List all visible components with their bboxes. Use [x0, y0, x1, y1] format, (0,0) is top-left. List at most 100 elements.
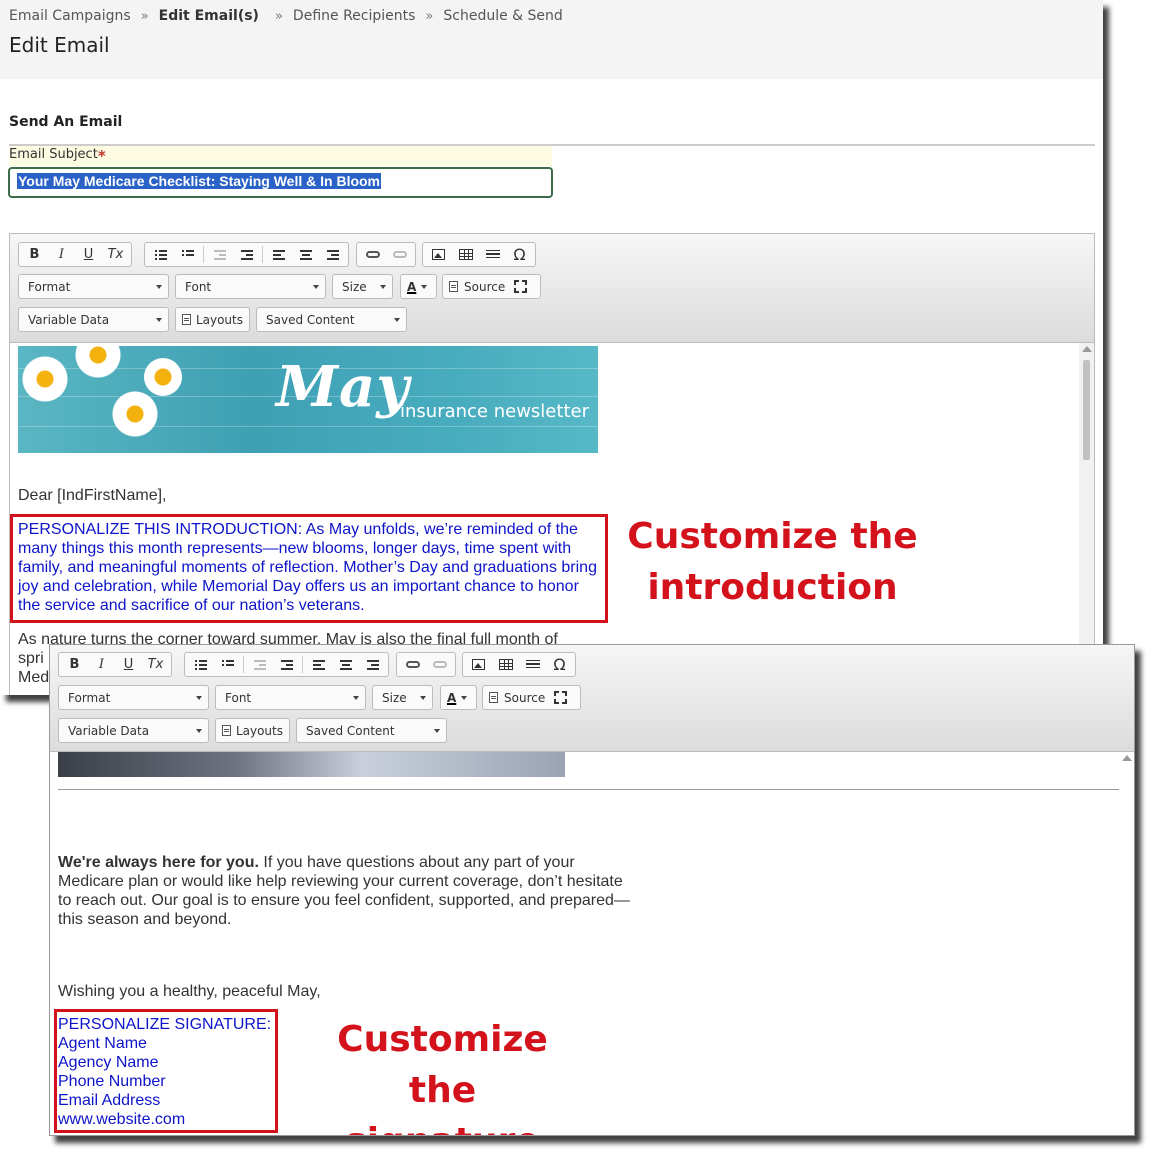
- scroll-up-icon[interactable]: [1122, 755, 1132, 761]
- source-button[interactable]: Source: [504, 691, 545, 705]
- outdent-icon: [253, 659, 266, 670]
- font-dropdown[interactable]: Font: [175, 274, 326, 299]
- unlink-button[interactable]: [386, 244, 413, 265]
- editor-toolbar: B I U Tx Ω Format Font Size A Source Var…: [50, 645, 1134, 752]
- unlink-button[interactable]: [426, 654, 453, 675]
- breadcrumb-separator: »: [274, 9, 283, 24]
- link-button[interactable]: [359, 244, 386, 265]
- bold-button[interactable]: B: [61, 654, 88, 675]
- list-indent-group: [184, 652, 389, 677]
- align-left-button[interactable]: [305, 654, 332, 675]
- email-body-editor: B I U Tx Ω Format Font Size A Source Var…: [9, 233, 1095, 695]
- italic-button[interactable]: I: [88, 654, 115, 675]
- size-dropdown[interactable]: Size: [332, 274, 393, 299]
- horizontal-line-button[interactable]: [479, 244, 506, 265]
- email-subject-value[interactable]: Your May Medicare Checklist: Staying Wel…: [17, 173, 382, 189]
- callout-line: Customize the: [627, 516, 918, 557]
- maximize-icon[interactable]: [554, 691, 568, 704]
- callout-line: introduction: [647, 567, 898, 608]
- outdent-button[interactable]: [206, 244, 233, 265]
- horizontal-line-icon: [485, 249, 500, 260]
- chevron-down-icon: [156, 318, 162, 322]
- chevron-down-icon: [380, 285, 386, 289]
- layouts-icon: [222, 725, 231, 736]
- breadcrumb-email-campaigns[interactable]: Email Campaigns: [9, 8, 131, 24]
- callout-line: Customize the: [337, 1019, 548, 1111]
- outdent-button[interactable]: [246, 654, 273, 675]
- align-center-button[interactable]: [332, 654, 359, 675]
- numbered-list-button[interactable]: [187, 654, 214, 675]
- text-color-button[interactable]: A: [440, 685, 477, 710]
- size-dropdown[interactable]: Size: [372, 685, 433, 710]
- special-character-button[interactable]: Ω: [506, 244, 533, 265]
- underline-button[interactable]: U: [75, 244, 102, 265]
- bold-button[interactable]: B: [21, 244, 48, 265]
- chevron-down-icon: [156, 285, 162, 289]
- numbered-list-icon: [154, 249, 167, 260]
- daisy-flower-image: [144, 358, 182, 396]
- editor-scrollbar[interactable]: [1079, 343, 1094, 695]
- maximize-icon[interactable]: [514, 280, 528, 293]
- indent-button[interactable]: [233, 244, 260, 265]
- remove-format-button[interactable]: Tx: [142, 654, 169, 675]
- daisy-flower-image: [112, 391, 158, 437]
- link-button[interactable]: [399, 654, 426, 675]
- toolbar-separator: [243, 656, 244, 673]
- newsletter-banner: May insurance newsletter: [18, 346, 598, 453]
- signature-highlight-box: [54, 1009, 278, 1133]
- editor-scrollbar[interactable]: [1119, 752, 1134, 1135]
- scroll-thumb[interactable]: [1083, 360, 1090, 460]
- table-button[interactable]: [452, 244, 479, 265]
- format-dropdown[interactable]: Format: [58, 685, 209, 710]
- image-button[interactable]: [425, 244, 452, 265]
- numbered-list-button[interactable]: [147, 244, 174, 265]
- source-button[interactable]: Source: [464, 280, 505, 294]
- align-left-icon: [312, 659, 325, 670]
- text-color-button[interactable]: A: [400, 274, 437, 299]
- breadcrumb-edit-emails[interactable]: Edit Email(s): [159, 8, 259, 24]
- align-right-button[interactable]: [319, 244, 346, 265]
- underline-button[interactable]: U: [115, 654, 142, 675]
- breadcrumb-define-recipients[interactable]: Define Recipients: [293, 8, 416, 24]
- layouts-button[interactable]: Layouts: [175, 307, 250, 332]
- variable-data-dropdown[interactable]: Variable Data: [18, 307, 169, 332]
- scroll-up-icon[interactable]: [1082, 346, 1092, 352]
- layouts-button[interactable]: Layouts: [215, 718, 290, 743]
- layouts-icon: [182, 314, 191, 325]
- horizontal-line-icon: [525, 659, 540, 670]
- italic-button[interactable]: I: [48, 244, 75, 265]
- image-icon: [472, 659, 485, 670]
- horizontal-line-button[interactable]: [519, 654, 546, 675]
- format-dropdown[interactable]: Format: [18, 274, 169, 299]
- breadcrumb-schedule-send[interactable]: Schedule & Send: [443, 8, 562, 24]
- chevron-down-icon: [313, 285, 319, 289]
- page-title: Edit Email: [9, 33, 110, 57]
- chevron-down-icon: [421, 284, 428, 289]
- email-subject-label: Email Subject*: [9, 147, 106, 165]
- breadcrumb-separator: »: [140, 9, 149, 24]
- email-subject-input[interactable]: Your May Medicare Checklist: Staying Wel…: [8, 167, 553, 198]
- align-left-button[interactable]: [265, 244, 292, 265]
- daisy-flower-image: [22, 356, 68, 402]
- bulleted-list-button[interactable]: [214, 654, 241, 675]
- indent-button[interactable]: [273, 654, 300, 675]
- image-icon: [432, 249, 445, 260]
- variable-data-dropdown[interactable]: Variable Data: [58, 718, 209, 743]
- toolbar-separator: [262, 246, 263, 263]
- align-right-button[interactable]: [359, 654, 386, 675]
- remove-format-button[interactable]: Tx: [102, 244, 129, 265]
- saved-content-dropdown[interactable]: Saved Content: [256, 307, 407, 332]
- source-icon: [489, 692, 498, 703]
- customize-introduction-callout: Customize the introduction: [620, 511, 925, 613]
- closing-bold: We're always here for you.: [58, 854, 259, 871]
- special-character-button[interactable]: Ω: [546, 654, 573, 675]
- align-center-button[interactable]: [292, 244, 319, 265]
- chevron-down-icon: [353, 696, 359, 700]
- required-marker: *: [97, 147, 106, 165]
- bulleted-list-button[interactable]: [174, 244, 201, 265]
- saved-content-dropdown[interactable]: Saved Content: [296, 718, 447, 743]
- font-dropdown[interactable]: Font: [215, 685, 366, 710]
- table-button[interactable]: [492, 654, 519, 675]
- image-button[interactable]: [465, 654, 492, 675]
- text-color-icon: A: [407, 279, 417, 294]
